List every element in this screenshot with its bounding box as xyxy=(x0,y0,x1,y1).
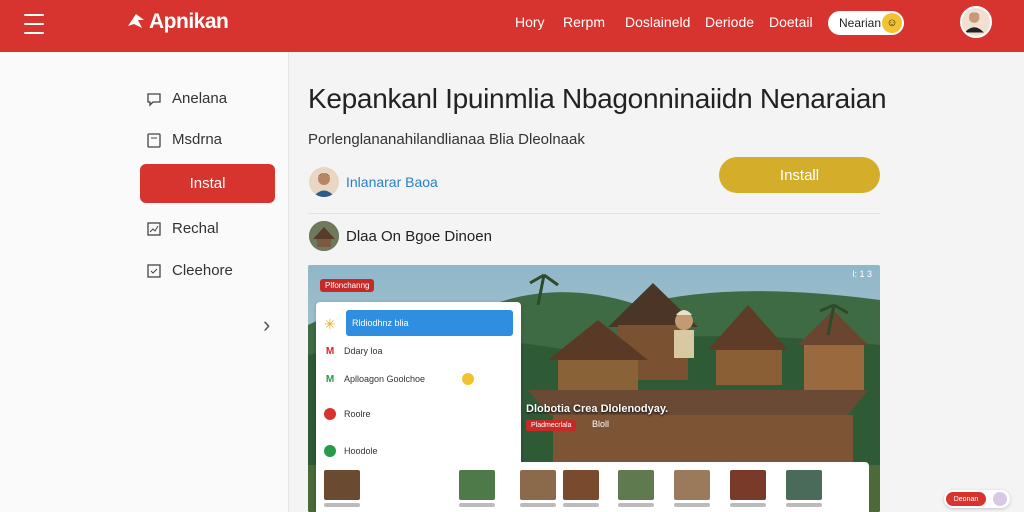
panel-item-2[interactable]: M Ddary loa xyxy=(324,338,514,364)
category-tag[interactable]: Plfonchanng xyxy=(320,279,375,292)
thumbnail[interactable] xyxy=(618,470,654,500)
thumbnail-label xyxy=(459,503,495,507)
status-bar: l: 1 3 xyxy=(852,269,872,279)
sidebar-item-label: Msdrna xyxy=(172,131,223,148)
sidebar-item-5[interactable]: Cleehore xyxy=(146,262,233,279)
green-dot-icon xyxy=(324,445,336,457)
thumbnail[interactable] xyxy=(459,470,495,500)
logo-text: Apnikan xyxy=(149,10,229,33)
thumbnail-label xyxy=(674,503,710,507)
section-avatar xyxy=(309,221,339,251)
panel-item-label: Ddary loa xyxy=(344,346,383,356)
thumbnail[interactable] xyxy=(674,470,710,500)
thumbnail-label xyxy=(324,503,360,507)
star-icon: ✳ xyxy=(324,316,336,332)
sidebar-item-label: Rechal xyxy=(172,220,219,237)
thumbnail-label xyxy=(520,503,556,507)
panel-item-4[interactable]: Roolre xyxy=(324,401,514,427)
logo-icon xyxy=(128,14,144,28)
floating-action-pill[interactable]: Deonan xyxy=(944,490,1010,508)
sidebar: Anelana Msdrna Instal Rechal Cleehore › xyxy=(0,52,289,512)
media-caption: Dlobotia Crea Dlolenodyay. xyxy=(526,403,669,415)
thumbnail[interactable] xyxy=(786,470,822,500)
user-avatar[interactable] xyxy=(960,6,992,38)
divider xyxy=(308,213,880,214)
thumbnail[interactable] xyxy=(563,470,599,500)
thumbnail-label xyxy=(618,503,654,507)
panel-item-1[interactable]: Rldiodhnz blia xyxy=(346,310,513,336)
panel-item-3[interactable]: M Aplloagon Goolchoe xyxy=(324,366,514,392)
emoji-icon: ☺ xyxy=(882,13,902,33)
nav-link-5[interactable]: Doetail xyxy=(769,14,813,30)
nav-link-1[interactable]: Hory xyxy=(515,14,545,30)
sidebar-item-label: Cleehore xyxy=(172,262,233,279)
thumbnail[interactable] xyxy=(730,470,766,500)
nav-link-4[interactable]: Deriode xyxy=(705,14,754,30)
thumbnail-label xyxy=(563,503,599,507)
sidebar-item-4[interactable]: Rechal xyxy=(146,220,219,237)
thumbnail-strip xyxy=(316,462,869,512)
panel-item-label: Roolre xyxy=(344,409,371,419)
chart-icon xyxy=(146,221,162,237)
meet-icon: M xyxy=(325,373,335,385)
assistant-icon[interactable] xyxy=(993,492,1007,506)
sidebar-item-1[interactable]: Anelana xyxy=(146,90,227,107)
nav-link-2[interactable]: Rerpm xyxy=(563,14,605,30)
floating-action-label: Deonan xyxy=(946,492,986,506)
author-avatar[interactable] xyxy=(309,167,339,197)
chat-icon xyxy=(146,91,162,107)
profile-pill[interactable]: Nearian ☺ xyxy=(828,11,904,35)
thumbnail-label xyxy=(786,503,822,507)
nav-link-3[interactable]: Doslaineld xyxy=(625,14,690,30)
sidebar-item-label: Anelana xyxy=(172,90,228,107)
install-button[interactable]: Install xyxy=(719,157,880,193)
gmail-icon: M xyxy=(325,345,335,357)
document-icon xyxy=(146,132,162,148)
panel-item-5[interactable]: Hoodole xyxy=(324,438,514,464)
chevron-right-icon[interactable]: › xyxy=(263,312,270,338)
profile-pill-label: Nearian xyxy=(839,16,882,30)
thumbnail[interactable] xyxy=(324,470,360,500)
top-bar: Apnikan Hory Rerpm Doslaineld Deriode Do… xyxy=(0,0,1024,52)
media-chip-secondary: Bloll xyxy=(592,419,610,429)
sidebar-item-2[interactable]: Msdrna xyxy=(146,131,222,148)
media-preview[interactable]: l: 1 3 Plfonchanng Rldiodhnz blia ✳ M Dd… xyxy=(308,265,880,512)
sidebar-item-install[interactable]: Instal xyxy=(140,164,275,203)
thumbnail-label xyxy=(730,503,766,507)
panel-item-label: Hoodole xyxy=(344,446,378,456)
emoji-icon xyxy=(462,373,474,385)
checkbox-icon xyxy=(146,263,162,279)
app-logo[interactable]: Apnikan xyxy=(126,10,229,34)
page-title: Kepankanl Ipuinmlia Nbagonninaiidn Nenar… xyxy=(308,83,887,114)
panel-item-label: Rldiodhnz blia xyxy=(352,318,409,328)
section-title: Dlaa On Bgoe Dinoen xyxy=(346,228,492,245)
hamburger-menu-icon[interactable] xyxy=(24,14,44,34)
page-subtitle: Porlenglananahilandlianaa Blia Dleolnaak xyxy=(308,131,585,148)
sidebar-item-label: Instal xyxy=(189,175,226,192)
red-dot-icon xyxy=(324,408,336,420)
media-chip[interactable]: Pladmecrlala xyxy=(526,420,577,431)
author-name-link[interactable]: Inlanarar Baoa xyxy=(346,174,438,190)
panel-item-label: Aplloagon Goolchoe xyxy=(344,374,426,384)
thumbnail[interactable] xyxy=(520,470,556,500)
